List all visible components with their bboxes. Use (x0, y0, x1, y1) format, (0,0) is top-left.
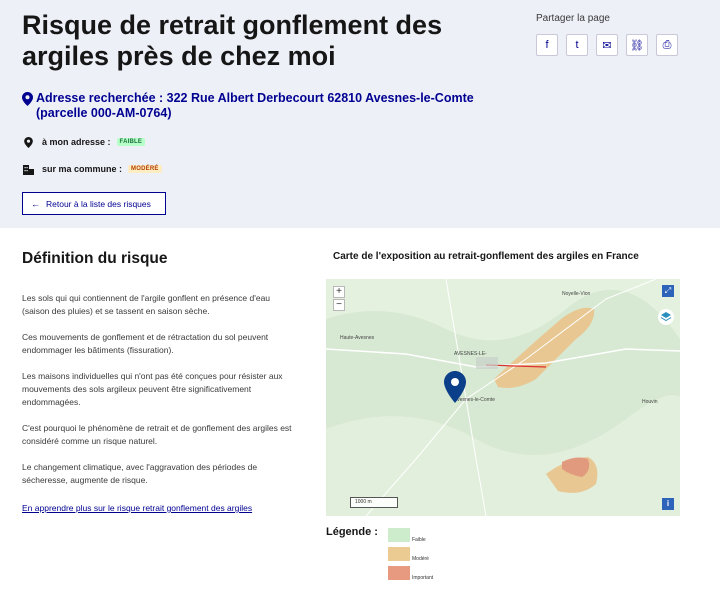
legend-swatch-moderate (388, 547, 410, 561)
map-place-label: Haute-Avesnes (340, 335, 375, 341)
building-icon (22, 163, 34, 175)
definition-paragraph: Les maisons individuelles qui n'ont pas … (22, 371, 283, 407)
print-icon[interactable]: ⎙ (656, 34, 678, 56)
definition-title: Définition du risque (22, 250, 168, 267)
map-scale: 1000 m (350, 497, 398, 508)
facebook-icon[interactable]: f (536, 34, 558, 56)
risk-at-address: à mon adresse : FAIBLE (22, 136, 146, 148)
back-to-risks-button[interactable]: ← Retour à la liste des risques (22, 192, 166, 215)
map-place-label: Noyelle-Vion (562, 291, 591, 297)
zoom-out-button[interactable]: − (333, 299, 345, 311)
map-place-label: AVESNES-LE- (454, 351, 487, 357)
risk-commune-label: sur ma commune : (42, 164, 123, 174)
risk-in-commune: sur ma commune : MODÉRÉ (22, 163, 162, 175)
definition-paragraph: C'est pourquoi le phénomène de retrait e… (22, 423, 292, 446)
map-marker-icon (444, 371, 466, 403)
share-buttons: f t ✉ ⛓ ⎙ (536, 34, 678, 56)
layers-icon[interactable] (658, 309, 674, 325)
page-title: Risque de retrait gonflement des argiles… (22, 10, 443, 71)
legend-swatch-low (388, 528, 410, 542)
map-title: Carte de l'exposition au retrait-gonflem… (333, 251, 639, 262)
legend-label: Faible (412, 537, 426, 543)
page-header: Risque de retrait gonflement des argiles… (0, 0, 720, 228)
back-button-label: Retour à la liste des risques (46, 198, 151, 209)
definition-body: Les sols qui qui contiennent de l'argile… (22, 292, 292, 500)
link-icon[interactable]: ⛓ (626, 34, 648, 56)
learn-more-link[interactable]: En apprendre plus sur le risque retrait … (22, 503, 252, 513)
location-pin-icon (22, 136, 34, 148)
location-pin-icon (22, 92, 35, 121)
legend-swatch-high (388, 566, 410, 580)
risk-map[interactable]: AVESNES-LE- Avesnes-le-Comte Noyelle-Vio… (326, 279, 680, 516)
info-button[interactable]: i (662, 498, 674, 510)
mail-icon[interactable]: ✉ (596, 34, 618, 56)
map-base-layer (326, 279, 680, 516)
legend-item: Faible (388, 528, 426, 543)
share-label: Partager la page (536, 13, 610, 24)
definition-paragraph: Le changement climatique, avec l'aggrava… (22, 462, 258, 485)
searched-address: Adresse recherchée : 322 Rue Albert Derb… (22, 91, 492, 121)
twitter-icon[interactable]: t (566, 34, 588, 56)
legend-item: Modéré (388, 547, 429, 562)
address-text: Adresse recherchée : 322 Rue Albert Derb… (36, 91, 474, 120)
definition-paragraph: Les sols qui qui contiennent de l'argile… (22, 293, 271, 316)
status-badge: MODÉRÉ (128, 165, 162, 173)
definition-paragraph: Ces mouvements de gonflement et de rétra… (22, 332, 269, 355)
risk-address-label: à mon adresse : (42, 137, 111, 147)
legend-title: Légende : (326, 526, 378, 538)
legend-item: Important (388, 566, 433, 581)
zoom-in-button[interactable]: + (333, 286, 345, 298)
fullscreen-button[interactable]: ⤢ (662, 285, 674, 297)
status-badge: FAIBLE (116, 138, 146, 146)
legend-label: Important (412, 575, 434, 581)
legend-label: Modéré (412, 556, 429, 562)
map-place-label: Houvin (642, 399, 658, 405)
arrow-left-icon: ← (31, 198, 40, 209)
